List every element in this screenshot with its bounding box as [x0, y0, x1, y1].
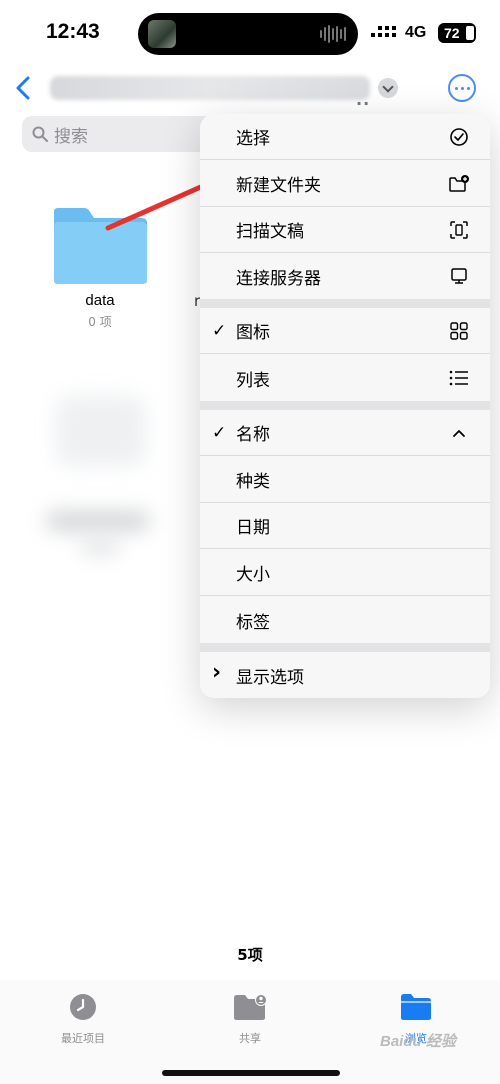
check-icon: ✓: [212, 320, 227, 341]
menu-item-view-options[interactable]: › 显示选项: [200, 652, 490, 698]
menu-item-label: 选择: [236, 129, 270, 149]
blurred-item: [56, 396, 146, 466]
dot: [454, 86, 458, 90]
menu-item-sort-size[interactable]: 大小: [200, 550, 490, 596]
clock-icon: [70, 994, 96, 1020]
tab-shared[interactable]: 共享: [205, 992, 295, 1046]
menu-item-label: 显示选项: [236, 667, 304, 688]
menu-separator: [200, 299, 490, 308]
signal-icon: [371, 26, 396, 37]
back-button[interactable]: [12, 72, 36, 104]
menu-item-label: 大小: [236, 565, 270, 585]
menu-item-label: 新建文件夹: [236, 176, 321, 196]
menu-item-new-folder[interactable]: 新建文件夹: [200, 161, 490, 207]
doc-scan-icon: [448, 219, 470, 241]
audio-waveform-icon: [320, 25, 346, 43]
display-icon: [448, 265, 470, 287]
menu-item-connect-server[interactable]: 连接服务器: [200, 253, 490, 299]
menu-item-icons-view[interactable]: ✓ 图标: [200, 308, 490, 354]
title-menu-chevron-icon[interactable]: [378, 78, 398, 98]
network-type: 4G: [405, 24, 427, 41]
context-menu: 选择 新建文件夹 扫描文稿 连接服务器 ✓ 图标 列表 ✓ 名称 种类 日期 大…: [200, 114, 490, 698]
more-options-button[interactable]: [448, 74, 476, 102]
menu-item-sort-tags[interactable]: 标签: [200, 597, 490, 643]
menu-item-sort-date[interactable]: 日期: [200, 503, 490, 549]
media-thumbnail: [148, 20, 176, 48]
item-count: 5项: [237, 946, 263, 964]
watermark-text: Baidu 经验: [380, 1033, 456, 1050]
menu-separator: [200, 643, 490, 652]
folder-name: data: [85, 292, 115, 309]
tab-recents[interactable]: 最近项目: [38, 992, 128, 1046]
tab-label: 最近项目: [61, 1032, 105, 1045]
dynamic-island[interactable]: [138, 13, 358, 55]
chevron-right-icon: ›: [212, 660, 222, 685]
dot: [460, 86, 464, 90]
search-icon: [32, 126, 48, 142]
menu-separator: [200, 401, 490, 410]
menu-item-select[interactable]: 选择: [200, 114, 490, 160]
menu-item-scan-documents[interactable]: 扫描文稿: [200, 207, 490, 253]
chevron-up-icon: [448, 422, 470, 444]
folder-item-count: 0 项: [88, 315, 112, 329]
blurred-item: [80, 540, 120, 554]
search-placeholder: 搜索: [54, 126, 88, 147]
list-icon: [448, 367, 470, 389]
folder-plus-icon: [448, 173, 470, 195]
status-time: 12:43: [46, 20, 100, 43]
checkmark-circle-icon: [448, 126, 470, 148]
menu-item-label: 种类: [236, 472, 270, 492]
title-ellipsis: ..: [356, 90, 371, 109]
check-icon: ✓: [212, 422, 227, 443]
battery-icon: 72: [438, 23, 476, 43]
status-bar: 12:43 4G 72: [0, 0, 500, 64]
menu-item-sort-name[interactable]: ✓ 名称: [200, 410, 490, 456]
menu-item-sort-kind[interactable]: 种类: [200, 457, 490, 503]
search-field[interactable]: 搜索: [22, 116, 222, 152]
nav-title-blurred: [50, 76, 370, 100]
menu-item-label: 图标: [236, 323, 270, 343]
chevron-left-icon: [16, 76, 30, 100]
shared-folder-icon: [234, 994, 267, 1020]
tab-label: 共享: [239, 1032, 261, 1045]
grid-icon: [448, 320, 470, 342]
blurred-item: [46, 512, 150, 530]
menu-item-label: 标签: [236, 612, 270, 633]
menu-item-label: 列表: [236, 370, 270, 391]
menu-item-label: 名称: [236, 425, 270, 445]
dot: [466, 86, 470, 90]
menu-item-label: 日期: [236, 518, 270, 538]
folder-icon: [401, 994, 431, 1020]
menu-item-label: 连接服务器: [236, 268, 321, 289]
battery-level: 72: [444, 25, 460, 41]
menu-item-label: 扫描文稿: [236, 222, 304, 242]
home-indicator[interactable]: [162, 1070, 340, 1076]
menu-item-list-view[interactable]: 列表: [200, 355, 490, 401]
